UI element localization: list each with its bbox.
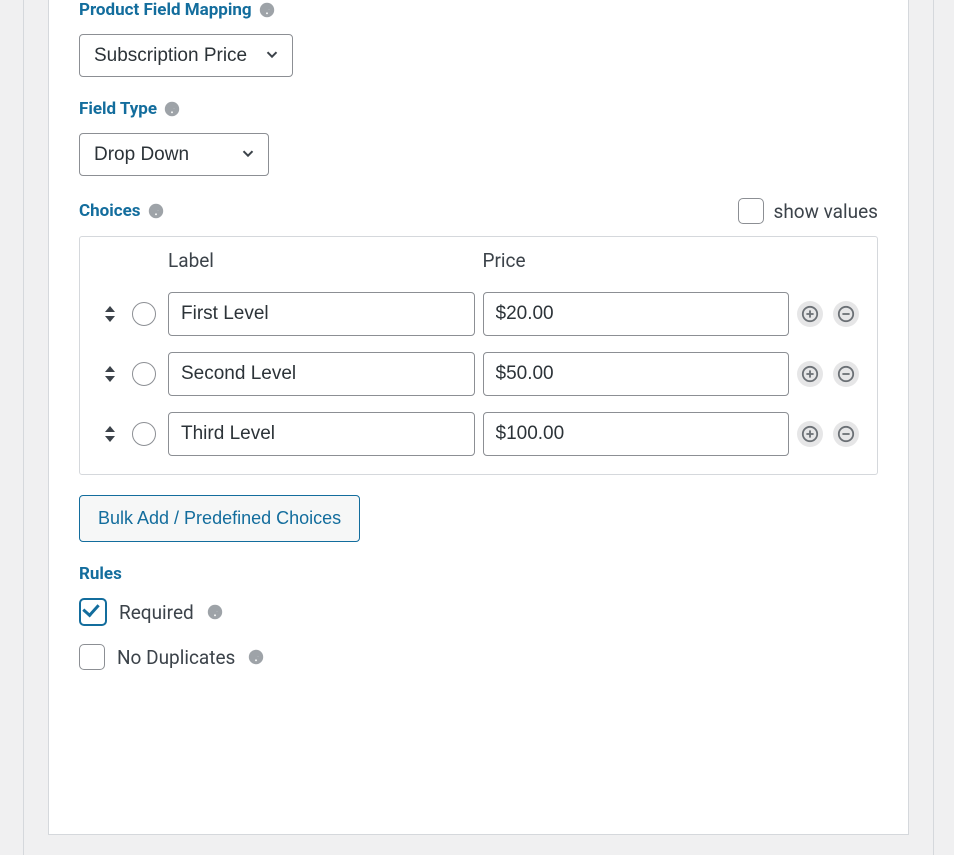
rule-item-required[interactable]: Required [79,598,878,626]
rules-section: Rules Required No Duplicates [79,564,878,670]
rule-item-noDuplicates[interactable]: No Duplicates [79,644,878,670]
product-field-mapping-section: Product Field Mapping Subscription Price [79,0,878,77]
choice-default-radio[interactable] [132,362,156,386]
product-field-mapping-select-wrap: Subscription Price [79,34,293,77]
choices-col-price: Price [483,249,790,276]
choices-section: Choices show values Label Price [79,198,878,542]
remove-choice-button[interactable] [833,421,859,447]
choices-label-text: Choices [79,201,141,221]
rule-checkbox-noDuplicates[interactable] [79,644,105,670]
remove-choice-button[interactable] [833,361,859,387]
bulk-add-button[interactable]: Bulk Add / Predefined Choices [79,495,360,542]
choice-price-input[interactable] [483,412,790,456]
field-type-label-text: Field Type [79,99,157,119]
drag-handle-icon[interactable] [96,424,124,444]
product-field-mapping-select[interactable]: Subscription Price [79,34,293,77]
choice-label-input[interactable] [168,352,475,396]
bulk-add-button-label: Bulk Add / Predefined Choices [98,508,341,528]
rule-label: No Duplicates [117,646,235,669]
rules-label: Rules [79,564,878,584]
add-choice-button[interactable] [797,361,823,387]
choice-label-input[interactable] [168,412,475,456]
remove-choice-button[interactable] [833,301,859,327]
product-field-mapping-label: Product Field Mapping [79,0,878,20]
show-values-toggle[interactable]: show values [738,198,878,224]
field-type-label: Field Type [79,99,878,119]
choices-label: Choices [79,201,165,221]
choices-col-label: Label [168,249,475,276]
add-choice-button[interactable] [797,301,823,327]
help-icon[interactable] [247,648,265,666]
help-icon[interactable] [163,100,181,118]
help-icon[interactable] [206,603,224,621]
drag-handle-icon[interactable] [96,304,124,324]
choice-default-radio[interactable] [132,302,156,326]
field-type-select-wrap: Drop Down [79,133,269,176]
choices-box: Label Price [79,236,878,475]
choice-default-radio[interactable] [132,422,156,446]
field-type-section: Field Type Drop Down [79,99,878,176]
rule-label: Required [119,601,194,624]
product-field-mapping-label-text: Product Field Mapping [79,0,252,20]
choice-price-input[interactable] [483,352,790,396]
show-values-label: show values [774,200,878,223]
choice-label-input[interactable] [168,292,475,336]
rule-checkbox-required[interactable] [79,598,107,626]
help-icon[interactable] [147,202,165,220]
help-icon[interactable] [258,1,276,19]
field-type-select[interactable]: Drop Down [79,133,269,176]
drag-handle-icon[interactable] [96,364,124,384]
rules-label-text: Rules [79,564,122,584]
choice-price-input[interactable] [483,292,790,336]
add-choice-button[interactable] [797,421,823,447]
show-values-checkbox[interactable] [738,198,764,224]
